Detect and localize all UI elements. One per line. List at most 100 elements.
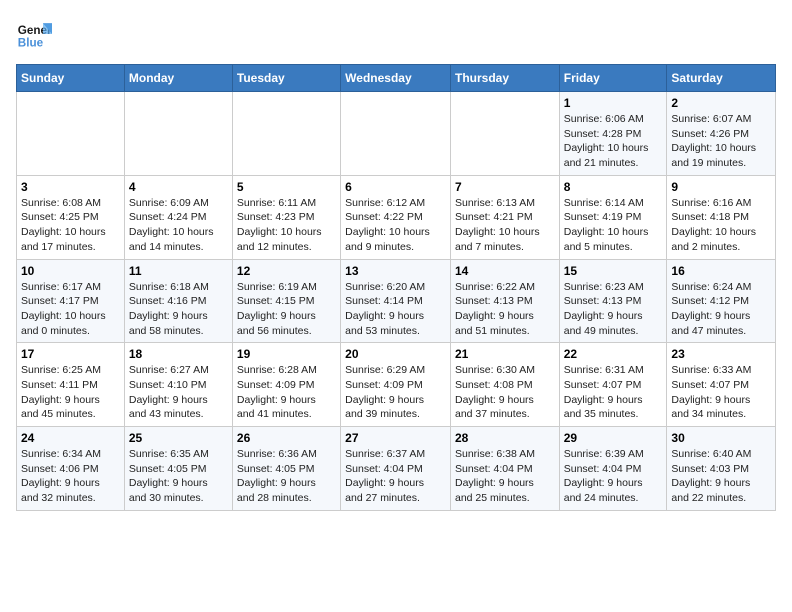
- calendar-cell: 19Sunrise: 6:28 AM Sunset: 4:09 PM Dayli…: [232, 343, 340, 427]
- weekday-header-saturday: Saturday: [667, 65, 776, 92]
- day-info: Sunrise: 6:19 AM Sunset: 4:15 PM Dayligh…: [237, 280, 336, 339]
- day-info: Sunrise: 6:17 AM Sunset: 4:17 PM Dayligh…: [21, 280, 120, 339]
- weekday-header-monday: Monday: [124, 65, 232, 92]
- weekday-header-tuesday: Tuesday: [232, 65, 340, 92]
- day-info: Sunrise: 6:07 AM Sunset: 4:26 PM Dayligh…: [671, 112, 771, 171]
- day-info: Sunrise: 6:08 AM Sunset: 4:25 PM Dayligh…: [21, 196, 120, 255]
- weekday-header-friday: Friday: [559, 65, 667, 92]
- day-info: Sunrise: 6:29 AM Sunset: 4:09 PM Dayligh…: [345, 363, 446, 422]
- calendar-cell: 23 Sunrise: 6:33 AM Sunset: 4:07 PM Dayli…: [667, 343, 776, 427]
- calendar-cell: 8 Sunrise: 6:14 AM Sunset: 4:19 PM Daylig…: [559, 175, 667, 259]
- calendar-cell: 27 Sunrise: 6:37 AM Sunset: 4:04 PM Dayli…: [341, 427, 451, 511]
- day-number: 29: [564, 431, 663, 445]
- day-number: 22: [564, 347, 663, 361]
- day-number: 3: [21, 180, 120, 194]
- calendar-cell: 9Sunrise: 6:16 AM Sunset: 4:18 PM Daylig…: [667, 175, 776, 259]
- day-number: 25: [129, 431, 228, 445]
- calendar-cell: 14 Sunrise: 6:22 AM Sunset: 4:13 PM Dayli…: [450, 259, 559, 343]
- day-info: Sunrise: 6:30 AM Sunset: 4:08 PM Dayligh…: [455, 363, 555, 422]
- day-info: Sunrise: 6:34 AM Sunset: 4:06 PM Dayligh…: [21, 447, 120, 506]
- day-number: 6: [345, 180, 446, 194]
- day-info: Sunrise: 6:22 AM Sunset: 4:13 PM Dayligh…: [455, 280, 555, 339]
- weekday-header-wednesday: Wednesday: [341, 65, 451, 92]
- day-info: Sunrise: 6:23 AM Sunset: 4:13 PM Dayligh…: [564, 280, 663, 339]
- day-info: Sunrise: 6:33 AM Sunset: 4:07 PM Dayligh…: [671, 363, 771, 422]
- day-info: Sunrise: 6:12 AM Sunset: 4:22 PM Dayligh…: [345, 196, 446, 255]
- calendar-cell: 5 Sunrise: 6:11 AM Sunset: 4:23 PM Daylig…: [232, 175, 340, 259]
- day-info: Sunrise: 6:14 AM Sunset: 4:19 PM Dayligh…: [564, 196, 663, 255]
- day-number: 15: [564, 264, 663, 278]
- calendar-cell: 4 Sunrise: 6:09 AM Sunset: 4:24 PM Daylig…: [124, 175, 232, 259]
- day-number: 23: [671, 347, 771, 361]
- day-info: Sunrise: 6:11 AM Sunset: 4:23 PM Dayligh…: [237, 196, 336, 255]
- day-number: 20: [345, 347, 446, 361]
- day-info: Sunrise: 6:37 AM Sunset: 4:04 PM Dayligh…: [345, 447, 446, 506]
- calendar-cell: 7 Sunrise: 6:13 AM Sunset: 4:21 PM Daylig…: [450, 175, 559, 259]
- day-info: Sunrise: 6:38 AM Sunset: 4:04 PM Dayligh…: [455, 447, 555, 506]
- calendar-cell: 13Sunrise: 6:20 AM Sunset: 4:14 PM Dayli…: [341, 259, 451, 343]
- day-number: 10: [21, 264, 120, 278]
- day-info: Sunrise: 6:35 AM Sunset: 4:05 PM Dayligh…: [129, 447, 228, 506]
- day-number: 26: [237, 431, 336, 445]
- calendar-cell: 18 Sunrise: 6:27 AM Sunset: 4:10 PM Dayli…: [124, 343, 232, 427]
- day-number: 8: [564, 180, 663, 194]
- calendar-cell: [17, 92, 125, 176]
- logo: General Blue: [16, 16, 52, 52]
- day-info: Sunrise: 6:20 AM Sunset: 4:14 PM Dayligh…: [345, 280, 446, 339]
- day-number: 24: [21, 431, 120, 445]
- day-info: Sunrise: 6:28 AM Sunset: 4:09 PM Dayligh…: [237, 363, 336, 422]
- calendar-cell: 29 Sunrise: 6:39 AM Sunset: 4:04 PM Dayli…: [559, 427, 667, 511]
- day-number: 12: [237, 264, 336, 278]
- day-number: 7: [455, 180, 555, 194]
- calendar-cell: [232, 92, 340, 176]
- day-info: Sunrise: 6:13 AM Sunset: 4:21 PM Dayligh…: [455, 196, 555, 255]
- day-number: 28: [455, 431, 555, 445]
- day-number: 2: [671, 96, 771, 110]
- calendar-cell: 16Sunrise: 6:24 AM Sunset: 4:12 PM Dayli…: [667, 259, 776, 343]
- calendar-cell: 12 Sunrise: 6:19 AM Sunset: 4:15 PM Dayli…: [232, 259, 340, 343]
- calendar-cell: 1 Sunrise: 6:06 AM Sunset: 4:28 PM Daylig…: [559, 92, 667, 176]
- day-info: Sunrise: 6:39 AM Sunset: 4:04 PM Dayligh…: [564, 447, 663, 506]
- calendar-cell: [450, 92, 559, 176]
- logo-icon: General Blue: [16, 16, 52, 52]
- weekday-header-sunday: Sunday: [17, 65, 125, 92]
- day-number: 14: [455, 264, 555, 278]
- calendar-cell: 17 Sunrise: 6:25 AM Sunset: 4:11 PM Dayli…: [17, 343, 125, 427]
- calendar-cell: 25 Sunrise: 6:35 AM Sunset: 4:05 PM Dayli…: [124, 427, 232, 511]
- calendar-cell: 24 Sunrise: 6:34 AM Sunset: 4:06 PM Dayli…: [17, 427, 125, 511]
- weekday-header-thursday: Thursday: [450, 65, 559, 92]
- day-info: Sunrise: 6:06 AM Sunset: 4:28 PM Dayligh…: [564, 112, 663, 171]
- svg-text:Blue: Blue: [18, 37, 44, 50]
- calendar-cell: 2 Sunrise: 6:07 AM Sunset: 4:26 PM Daylig…: [667, 92, 776, 176]
- day-info: Sunrise: 6:27 AM Sunset: 4:10 PM Dayligh…: [129, 363, 228, 422]
- calendar-cell: 28 Sunrise: 6:38 AM Sunset: 4:04 PM Dayli…: [450, 427, 559, 511]
- day-info: Sunrise: 6:40 AM Sunset: 4:03 PM Dayligh…: [671, 447, 771, 506]
- day-number: 4: [129, 180, 228, 194]
- day-number: 5: [237, 180, 336, 194]
- calendar-cell: 20 Sunrise: 6:29 AM Sunset: 4:09 PM Dayli…: [341, 343, 451, 427]
- day-info: Sunrise: 6:31 AM Sunset: 4:07 PM Dayligh…: [564, 363, 663, 422]
- day-info: Sunrise: 6:16 AM Sunset: 4:18 PM Dayligh…: [671, 196, 771, 255]
- calendar-cell: 22 Sunrise: 6:31 AM Sunset: 4:07 PM Dayli…: [559, 343, 667, 427]
- calendar-cell: 21Sunrise: 6:30 AM Sunset: 4:08 PM Dayli…: [450, 343, 559, 427]
- calendar-cell: 11Sunrise: 6:18 AM Sunset: 4:16 PM Dayli…: [124, 259, 232, 343]
- calendar-cell: 30 Sunrise: 6:40 AM Sunset: 4:03 PM Dayli…: [667, 427, 776, 511]
- day-number: 18: [129, 347, 228, 361]
- day-info: Sunrise: 6:36 AM Sunset: 4:05 PM Dayligh…: [237, 447, 336, 506]
- calendar-cell: 3 Sunrise: 6:08 AM Sunset: 4:25 PM Daylig…: [17, 175, 125, 259]
- day-number: 1: [564, 96, 663, 110]
- day-number: 17: [21, 347, 120, 361]
- day-number: 30: [671, 431, 771, 445]
- day-number: 27: [345, 431, 446, 445]
- calendar-cell: 26 Sunrise: 6:36 AM Sunset: 4:05 PM Dayli…: [232, 427, 340, 511]
- day-number: 16: [671, 264, 771, 278]
- calendar-cell: 6 Sunrise: 6:12 AM Sunset: 4:22 PM Daylig…: [341, 175, 451, 259]
- day-info: Sunrise: 6:25 AM Sunset: 4:11 PM Dayligh…: [21, 363, 120, 422]
- calendar-cell: [124, 92, 232, 176]
- day-info: Sunrise: 6:18 AM Sunset: 4:16 PM Dayligh…: [129, 280, 228, 339]
- calendar-cell: [341, 92, 451, 176]
- day-info: Sunrise: 6:09 AM Sunset: 4:24 PM Dayligh…: [129, 196, 228, 255]
- calendar-table: SundayMondayTuesdayWednesdayThursdayFrid…: [16, 64, 776, 511]
- calendar-cell: 15 Sunrise: 6:23 AM Sunset: 4:13 PM Dayli…: [559, 259, 667, 343]
- calendar-cell: 10 Sunrise: 6:17 AM Sunset: 4:17 PM Dayli…: [17, 259, 125, 343]
